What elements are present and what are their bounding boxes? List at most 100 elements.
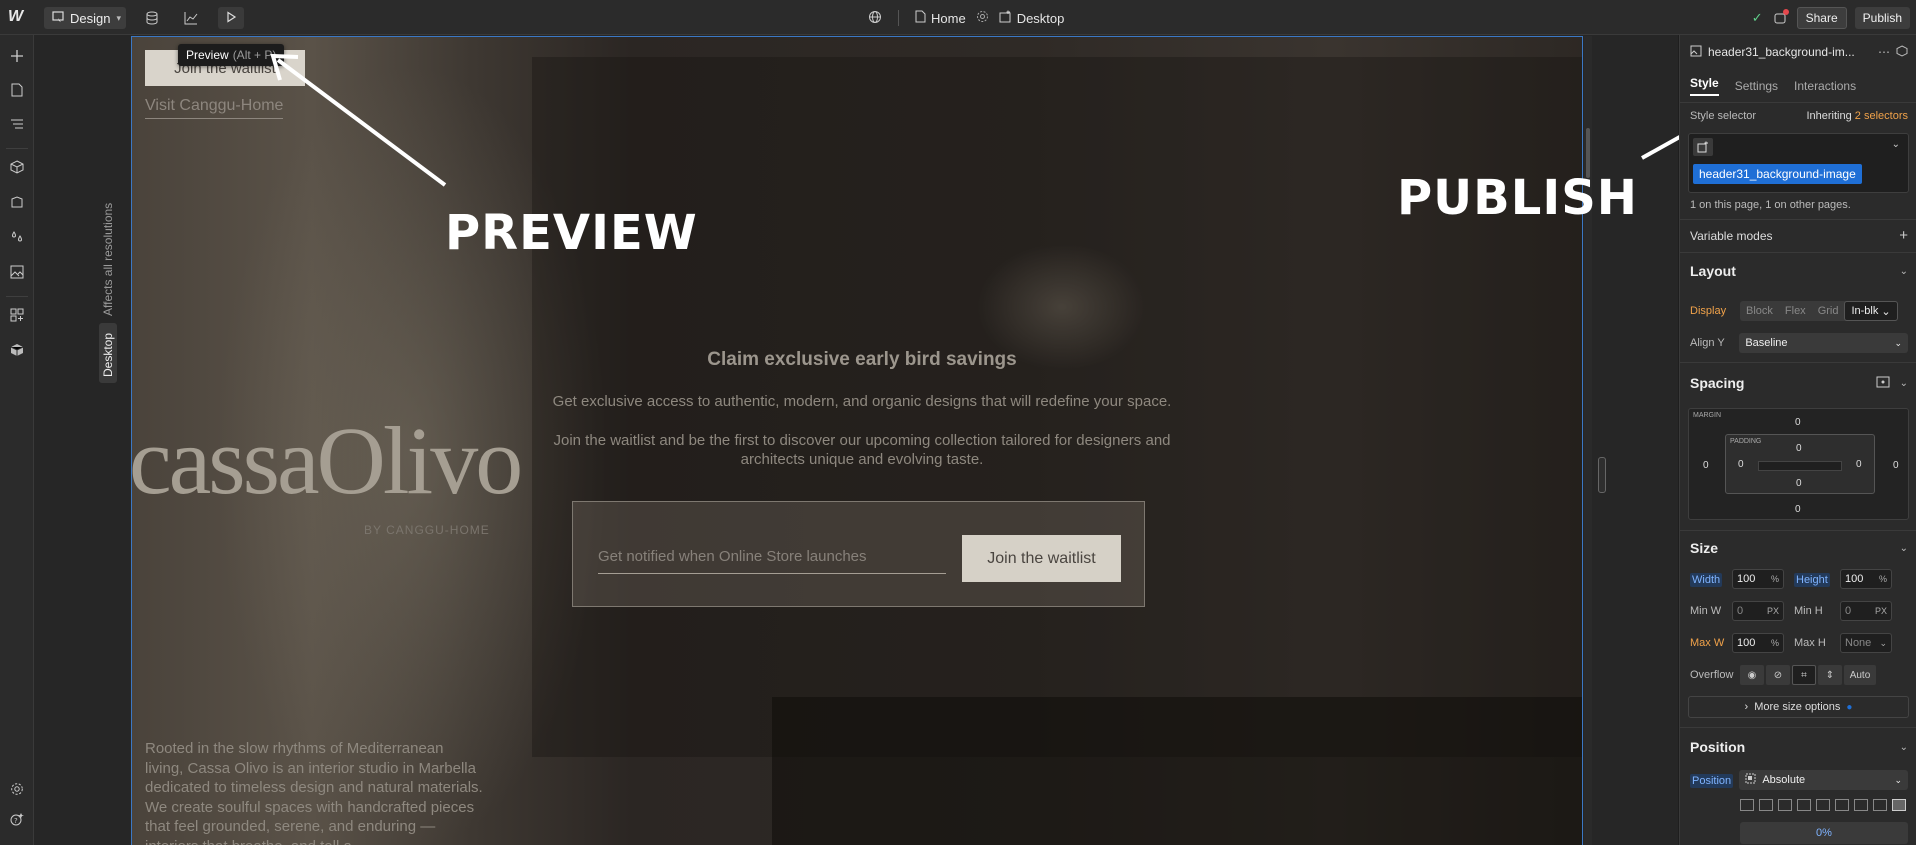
display-block[interactable]: Block — [1740, 301, 1779, 321]
preset-right-icon[interactable] — [1835, 799, 1849, 811]
webflow-logo-icon[interactable]: W — [8, 9, 28, 25]
collaboration-icon[interactable] — [1771, 9, 1789, 27]
position-section-header[interactable]: Position ⌄ — [1690, 739, 1908, 755]
canvas-resize-handle[interactable] — [1598, 457, 1606, 493]
overflow-clip-crop-icon[interactable]: ⌗ — [1792, 665, 1816, 685]
chevron-down-icon: ⌄ — [1894, 774, 1902, 785]
inheriting-info[interactable]: Inheriting 2 selectors — [1806, 110, 1908, 122]
settings-gear-icon[interactable] — [8, 780, 26, 798]
overflow-scroll-icon[interactable]: ⇕ — [1818, 665, 1842, 685]
navigator-icon[interactable] — [8, 115, 26, 133]
variables-drops-icon[interactable] — [8, 228, 26, 246]
page-breakpoint-bar: Home Desktop — [868, 8, 1064, 28]
preset-bottom-left-icon[interactable] — [1778, 799, 1792, 811]
min-height-unit[interactable]: PX — [1875, 606, 1887, 616]
preset-full-icon[interactable] — [1892, 799, 1906, 811]
margin-right-value[interactable]: 0 — [1893, 460, 1899, 471]
display-grid[interactable]: Grid — [1812, 301, 1845, 321]
max-width-unit[interactable]: % — [1771, 638, 1779, 648]
preset-bottom-right-icon[interactable] — [1797, 799, 1811, 811]
min-height-label: Min H — [1794, 605, 1823, 617]
max-height-input[interactable]: None ⌄ — [1840, 633, 1892, 653]
selector-chip[interactable]: header31_background-image — [1693, 164, 1862, 184]
chevron-down-icon[interactable]: ⌄ — [1892, 139, 1900, 150]
background-image-floor — [772, 697, 1582, 845]
min-width-unit[interactable]: PX — [1767, 606, 1779, 616]
publish-button[interactable]: Publish — [1854, 7, 1910, 29]
divider — [1680, 252, 1916, 253]
tab-style[interactable]: Style — [1690, 76, 1719, 96]
preset-top-left-icon[interactable] — [1740, 799, 1754, 811]
add-plus-icon[interactable]: + — [1899, 227, 1908, 244]
cms-database-icon[interactable] — [143, 9, 161, 27]
brand-subtitle: BY CANGGU-HOME — [364, 523, 490, 537]
chevron-down-icon[interactable]: ⌄ — [1879, 638, 1887, 649]
components-cube-icon[interactable] — [8, 158, 26, 176]
analytics-chart-icon[interactable] — [182, 9, 200, 27]
position-select[interactable]: Absolute ⌄ — [1739, 770, 1908, 790]
mode-dropdown[interactable]: Design ▾ — [44, 7, 126, 29]
padding-left-value[interactable]: 0 — [1738, 459, 1744, 470]
more-options-icon[interactable]: ⋯ — [1878, 45, 1890, 59]
pages-icon[interactable] — [8, 81, 26, 99]
share-button[interactable]: Share — [1796, 7, 1847, 29]
chevron-down-icon: ⌄ — [1899, 265, 1908, 277]
align-y-row: Align Y Baseline ⌄ — [1690, 333, 1908, 353]
margin-left-value[interactable]: 0 — [1703, 460, 1709, 471]
breakpoint-selector[interactable]: Desktop — [999, 10, 1064, 26]
max-width-input[interactable]: 100 % — [1732, 633, 1784, 653]
position-offset-value[interactable]: 0% — [1740, 822, 1908, 844]
style-selectors-icon[interactable] — [8, 193, 26, 211]
spacing-preset-icon[interactable] — [1876, 376, 1890, 391]
add-elements-plus-icon[interactable] — [8, 47, 26, 65]
padding-top-value[interactable]: 0 — [1796, 443, 1802, 454]
width-input[interactable]: 100 % — [1732, 569, 1784, 589]
page-settings-gear-icon[interactable] — [976, 10, 989, 26]
height-unit[interactable]: % — [1879, 574, 1887, 584]
layout-section-header[interactable]: Layout ⌄ — [1690, 263, 1908, 279]
spacing-section-header[interactable]: Spacing ⌄ — [1690, 375, 1908, 391]
preview-button[interactable] — [218, 7, 244, 29]
site-preview-frame[interactable]: Join the waitlist Visit Canggu-Home Clai… — [131, 36, 1583, 845]
apps-grid-icon[interactable] — [8, 306, 26, 324]
component-icon[interactable] — [1896, 44, 1908, 60]
height-input[interactable]: 100 % — [1840, 569, 1892, 589]
size-section-header[interactable]: Size ⌄ — [1690, 540, 1908, 556]
overflow-auto[interactable]: Auto — [1844, 665, 1876, 685]
preset-left-icon[interactable] — [1816, 799, 1830, 811]
overflow-hidden-eye-off-icon[interactable]: ⊘ — [1766, 665, 1790, 685]
align-y-select[interactable]: Baseline ⌄ — [1739, 333, 1908, 353]
min-width-input[interactable]: 0 PX — [1732, 601, 1784, 621]
preset-bottom-icon[interactable] — [1854, 799, 1868, 811]
saved-check-icon: ✓ — [1751, 10, 1763, 25]
assets-image-icon[interactable] — [8, 263, 26, 281]
overflow-row: Overflow ◉ ⊘ ⌗ ⇕ Auto — [1690, 665, 1908, 685]
min-height-input[interactable]: 0 PX — [1840, 601, 1892, 621]
globe-icon[interactable] — [868, 10, 882, 27]
margin-bottom-value[interactable]: 0 — [1795, 504, 1801, 515]
margin-top-value[interactable]: 0 — [1795, 417, 1801, 428]
selector-field[interactable]: ⌄ header31_background-image — [1688, 133, 1909, 193]
tab-interactions[interactable]: Interactions — [1794, 79, 1856, 93]
display-label: Display — [1690, 305, 1727, 317]
visit-canggu-link[interactable]: Visit Canggu-Home — [145, 97, 284, 119]
email-input[interactable]: Get notified when Online Store launches — [598, 544, 946, 574]
display-inline-block[interactable]: In-blk ⌄ — [1844, 301, 1898, 321]
padding-right-value[interactable]: 0 — [1856, 459, 1862, 470]
libraries-box-icon[interactable] — [8, 341, 26, 359]
breakpoint-scope-label: Affects all resolutions — [101, 202, 115, 316]
help-icon[interactable]: ? — [8, 810, 26, 828]
preset-top-icon[interactable] — [1873, 799, 1887, 811]
padding-bottom-value[interactable]: 0 — [1796, 478, 1802, 489]
display-row: Display Block Flex Grid In-blk ⌄ — [1690, 301, 1908, 321]
display-flex[interactable]: Flex — [1779, 301, 1812, 321]
more-size-options-button[interactable]: › More size options ● — [1688, 696, 1909, 718]
preset-top-right-icon[interactable] — [1759, 799, 1773, 811]
width-unit[interactable]: % — [1771, 574, 1779, 584]
join-waitlist-button[interactable]: Join the waitlist — [962, 535, 1121, 582]
inheriting-count: 2 selectors — [1854, 110, 1908, 122]
page-selector[interactable]: Home — [915, 10, 966, 26]
add-selector-icon[interactable] — [1693, 138, 1713, 156]
tab-settings[interactable]: Settings — [1735, 79, 1778, 93]
overflow-visible-eye-icon[interactable]: ◉ — [1740, 665, 1764, 685]
